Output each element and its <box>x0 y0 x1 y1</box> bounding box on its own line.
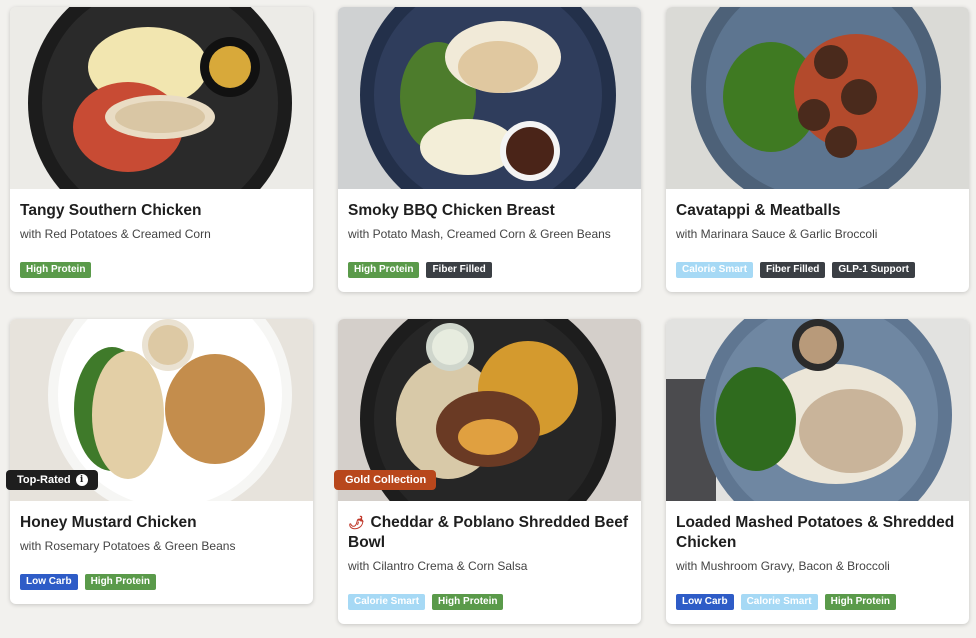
meal-subtitle: with Potato Mash, Creamed Corn & Green B… <box>348 227 611 241</box>
meal-subtitle: with Cilantro Crema & Corn Salsa <box>348 559 528 573</box>
meal-card-smoky-bbq-chicken-breast[interactable]: Smoky BBQ Chicken Breast with Potato Mas… <box>338 7 641 292</box>
badge-label: Top-Rated <box>17 474 71 486</box>
tag-high-protein: High Protein <box>20 262 92 278</box>
meal-photo <box>338 7 641 189</box>
meal-title-text: Cheddar & Poblano Shredded Beef Bowl <box>348 514 629 551</box>
badge-gold-collection: Gold Collection <box>334 470 437 490</box>
meal-subtitle: with Red Potatoes & Creamed Corn <box>20 227 211 241</box>
meal-tags: High Protein Fiber Filled <box>348 262 492 278</box>
meal-title: 🌶 Cheddar & Poblano Shredded Beef Bowl <box>348 513 631 553</box>
meal-card-tangy-southern-chicken[interactable]: Tangy Southern Chicken with Red Potatoes… <box>10 7 313 292</box>
tag-glp1-support: GLP-1 Support <box>832 262 915 278</box>
meal-photo <box>10 7 313 189</box>
tag-low-carb: Low Carb <box>20 574 78 590</box>
meal-subtitle: with Marinara Sauce & Garlic Broccoli <box>676 227 878 241</box>
badge-label: Gold Collection <box>345 474 427 486</box>
meal-tags: High Protein <box>20 262 92 278</box>
tag-calorie-smart: Calorie Smart <box>676 262 754 278</box>
meal-subtitle: with Rosemary Potatoes & Green Beans <box>20 539 236 553</box>
meal-subtitle: with Mushroom Gravy, Bacon & Broccoli <box>676 559 890 573</box>
badge-top-rated[interactable]: Top-Rated i <box>6 470 98 490</box>
tag-calorie-smart: Calorie Smart <box>348 594 426 610</box>
tag-high-protein: High Protein <box>432 594 504 610</box>
meal-tags: Low Carb High Protein <box>20 574 157 590</box>
tag-fiber-filled: Fiber Filled <box>760 262 826 278</box>
meal-tags: Calorie Smart High Protein <box>348 594 504 610</box>
meal-card-honey-mustard-chicken[interactable]: Top-Rated i Honey Mustard Chicken with R… <box>6 319 313 604</box>
meal-photo <box>666 319 969 501</box>
meal-card-loaded-mashed-potatoes-chicken[interactable]: Loaded Mashed Potatoes & Shredded Chicke… <box>666 319 969 624</box>
meal-title: Cavatappi & Meatballs <box>676 202 841 219</box>
tag-high-protein: High Protein <box>84 574 157 590</box>
tag-high-protein: High Protein <box>824 594 897 610</box>
meal-title: Smoky BBQ Chicken Breast <box>348 202 555 219</box>
tag-high-protein: High Protein <box>348 262 420 278</box>
info-icon[interactable]: i <box>75 474 88 486</box>
chili-pepper-icon: 🌶 <box>348 515 365 530</box>
meal-title: Honey Mustard Chicken <box>20 514 197 531</box>
meal-title: Tangy Southern Chicken <box>20 202 202 219</box>
tag-calorie-smart: Calorie Smart <box>740 594 818 610</box>
meal-title: Loaded Mashed Potatoes & Shredded Chicke… <box>676 514 955 551</box>
tag-low-carb: Low Carb <box>676 594 734 610</box>
tag-fiber-filled: Fiber Filled <box>426 262 492 278</box>
meal-card-cavatappi-meatballs[interactable]: Cavatappi & Meatballs with Marinara Sauc… <box>666 7 969 292</box>
meal-card-cheddar-poblano-beef-bowl[interactable]: Gold Collection 🌶 Cheddar & Poblano Shred… <box>334 319 641 624</box>
meal-photo <box>666 7 969 189</box>
meal-tags: Low Carb Calorie Smart High Protein <box>676 594 897 610</box>
meal-tags: Calorie Smart Fiber Filled GLP-1 Support <box>676 262 915 278</box>
